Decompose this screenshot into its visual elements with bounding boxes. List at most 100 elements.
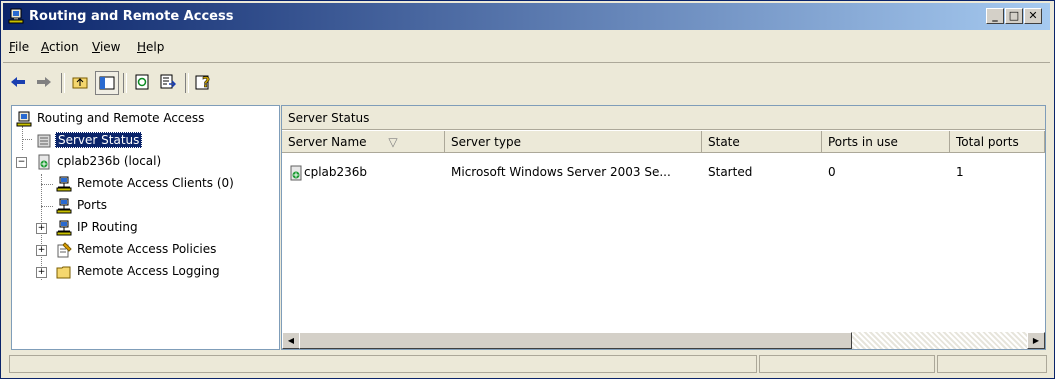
toolbar: ? [3,67,1050,99]
server-label: cplab236b (local) [57,154,162,168]
cell-total-ports: 1 [956,165,964,179]
menu-bar: File Action View Help [3,34,1050,63]
status-bar [3,353,1050,375]
server-status-label: Server Status [55,132,143,148]
svg-text:?: ? [202,75,210,91]
expand-toggle[interactable]: + [36,245,47,256]
cell-server-type: Microsoft Windows Server 2003 Se... [451,165,671,179]
menu-help[interactable]: Help [137,40,164,54]
help-icon: ? [195,75,210,91]
column-label: State [708,135,740,149]
column-header-state[interactable]: State [702,131,822,153]
close-button[interactable]: ✕ [1024,8,1042,24]
column-header-total-ports[interactable]: Total ports [950,131,1045,153]
up-folder-icon [72,77,88,89]
status-pane-secondary [759,355,935,373]
menu-file-label: ile [15,40,30,54]
show-hide-tree-button[interactable] [95,71,119,95]
details-pane: Server Status Server Name ▽ Server type … [281,105,1046,350]
collapse-toggle[interactable]: − [16,157,27,168]
ip-routing-icon [56,220,72,235]
cell-state: Started [708,165,753,179]
ports-label: Ports [77,198,108,212]
forward-button[interactable] [33,71,55,93]
expand-toggle[interactable]: + [36,223,47,234]
tree-line [41,184,53,185]
tree-item-server[interactable]: cplab236b (local) [36,151,163,171]
policies-icon [57,241,72,257]
expand-toggle[interactable]: + [36,267,47,278]
menu-view-label: iew [99,40,121,54]
scroll-track[interactable] [852,332,1028,349]
column-label: Server Name [288,135,367,149]
remote-access-clients-label: Remote Access Clients (0) [77,176,234,190]
tree-line [22,139,32,140]
tree-item-server-status[interactable]: Server Status [36,130,143,150]
tree-item-ports[interactable]: Ports [56,195,109,215]
forward-arrow-icon [37,77,51,87]
column-header-ports-in-use[interactable]: Ports in use [822,131,950,153]
tree-item-remote-access-logging[interactable]: Remote Access Logging [56,261,222,281]
tree-item-remote-access-clients[interactable]: Remote Access Clients (0) [56,173,236,193]
toolbar-separator [123,73,127,93]
refresh-icon [135,74,149,90]
menu-action-hotkey: A [41,40,49,54]
remote-access-policies-label: Remote Access Policies [77,242,217,256]
details-pane-title: Server Status [282,106,1045,130]
title-bar[interactable]: Routing and Remote Access _ □ ✕ [3,3,1050,30]
ports-icon [56,198,72,213]
tree-line [22,126,23,150]
toolbar-separator [185,73,189,93]
up-one-level-button[interactable] [69,71,91,93]
show-hide-tree-icon [99,76,115,90]
menu-view-hotkey: V [92,40,100,54]
server-name-text: cplab236b [304,165,368,179]
minimize-button[interactable]: _ [986,8,1004,24]
server-status-icon [37,134,51,147]
help-button[interactable]: ? [193,71,215,93]
tree-item-ip-routing[interactable]: IP Routing [56,217,140,237]
console-tree[interactable]: Routing and Remote Access Server Status … [11,105,280,350]
toolbar-separator [61,73,65,93]
column-header-server-type[interactable]: Server type [445,131,702,153]
tree-root-label: Routing and Remote Access [37,111,205,125]
menu-action-label: ction [49,40,79,54]
server-icon [8,8,24,24]
ip-routing-label: IP Routing [77,220,138,234]
back-arrow-icon [11,77,25,87]
menu-file[interactable]: File [9,40,29,54]
cell-server-name: cplab236b [288,162,443,182]
folder-icon [56,266,71,278]
export-list-icon [160,74,176,89]
server-running-icon [38,154,50,169]
tree-line [41,206,53,207]
tree-item-remote-access-policies[interactable]: Remote Access Policies [56,239,218,259]
window-title: Routing and Remote Access [29,9,234,24]
menu-view[interactable]: View [92,40,120,54]
cell-ports-in-use: 0 [828,165,836,179]
scroll-left-button[interactable]: ◀ [282,332,300,349]
export-list-button[interactable] [157,71,179,93]
column-label: Server type [451,135,521,149]
server-running-icon [290,165,302,180]
menu-help-label: elp [146,40,165,54]
menu-action[interactable]: Action [41,40,79,54]
column-label: Total ports [956,135,1019,149]
network-icon [56,176,72,191]
server-icon [16,111,32,126]
maximize-button[interactable]: □ [1005,8,1023,24]
horizontal-scrollbar[interactable]: ◀ ▶ [282,332,1045,349]
remote-access-logging-label: Remote Access Logging [77,264,220,278]
back-button[interactable] [7,71,29,93]
column-header-server-name[interactable]: Server Name ▽ [282,131,445,153]
scroll-right-button[interactable]: ▶ [1027,332,1045,349]
refresh-button[interactable] [131,71,153,93]
tree-item-root[interactable]: Routing and Remote Access [16,108,206,128]
scroll-thumb[interactable] [299,332,852,349]
status-pane-main [9,355,757,373]
status-pane-tertiary [937,355,1047,373]
menu-help-hotkey: H [137,40,147,54]
column-label: Ports in use [828,135,898,149]
sort-descending-icon: ▽ [388,135,398,149]
app-window: Routing and Remote Access _ □ ✕ File Act… [0,0,1055,379]
